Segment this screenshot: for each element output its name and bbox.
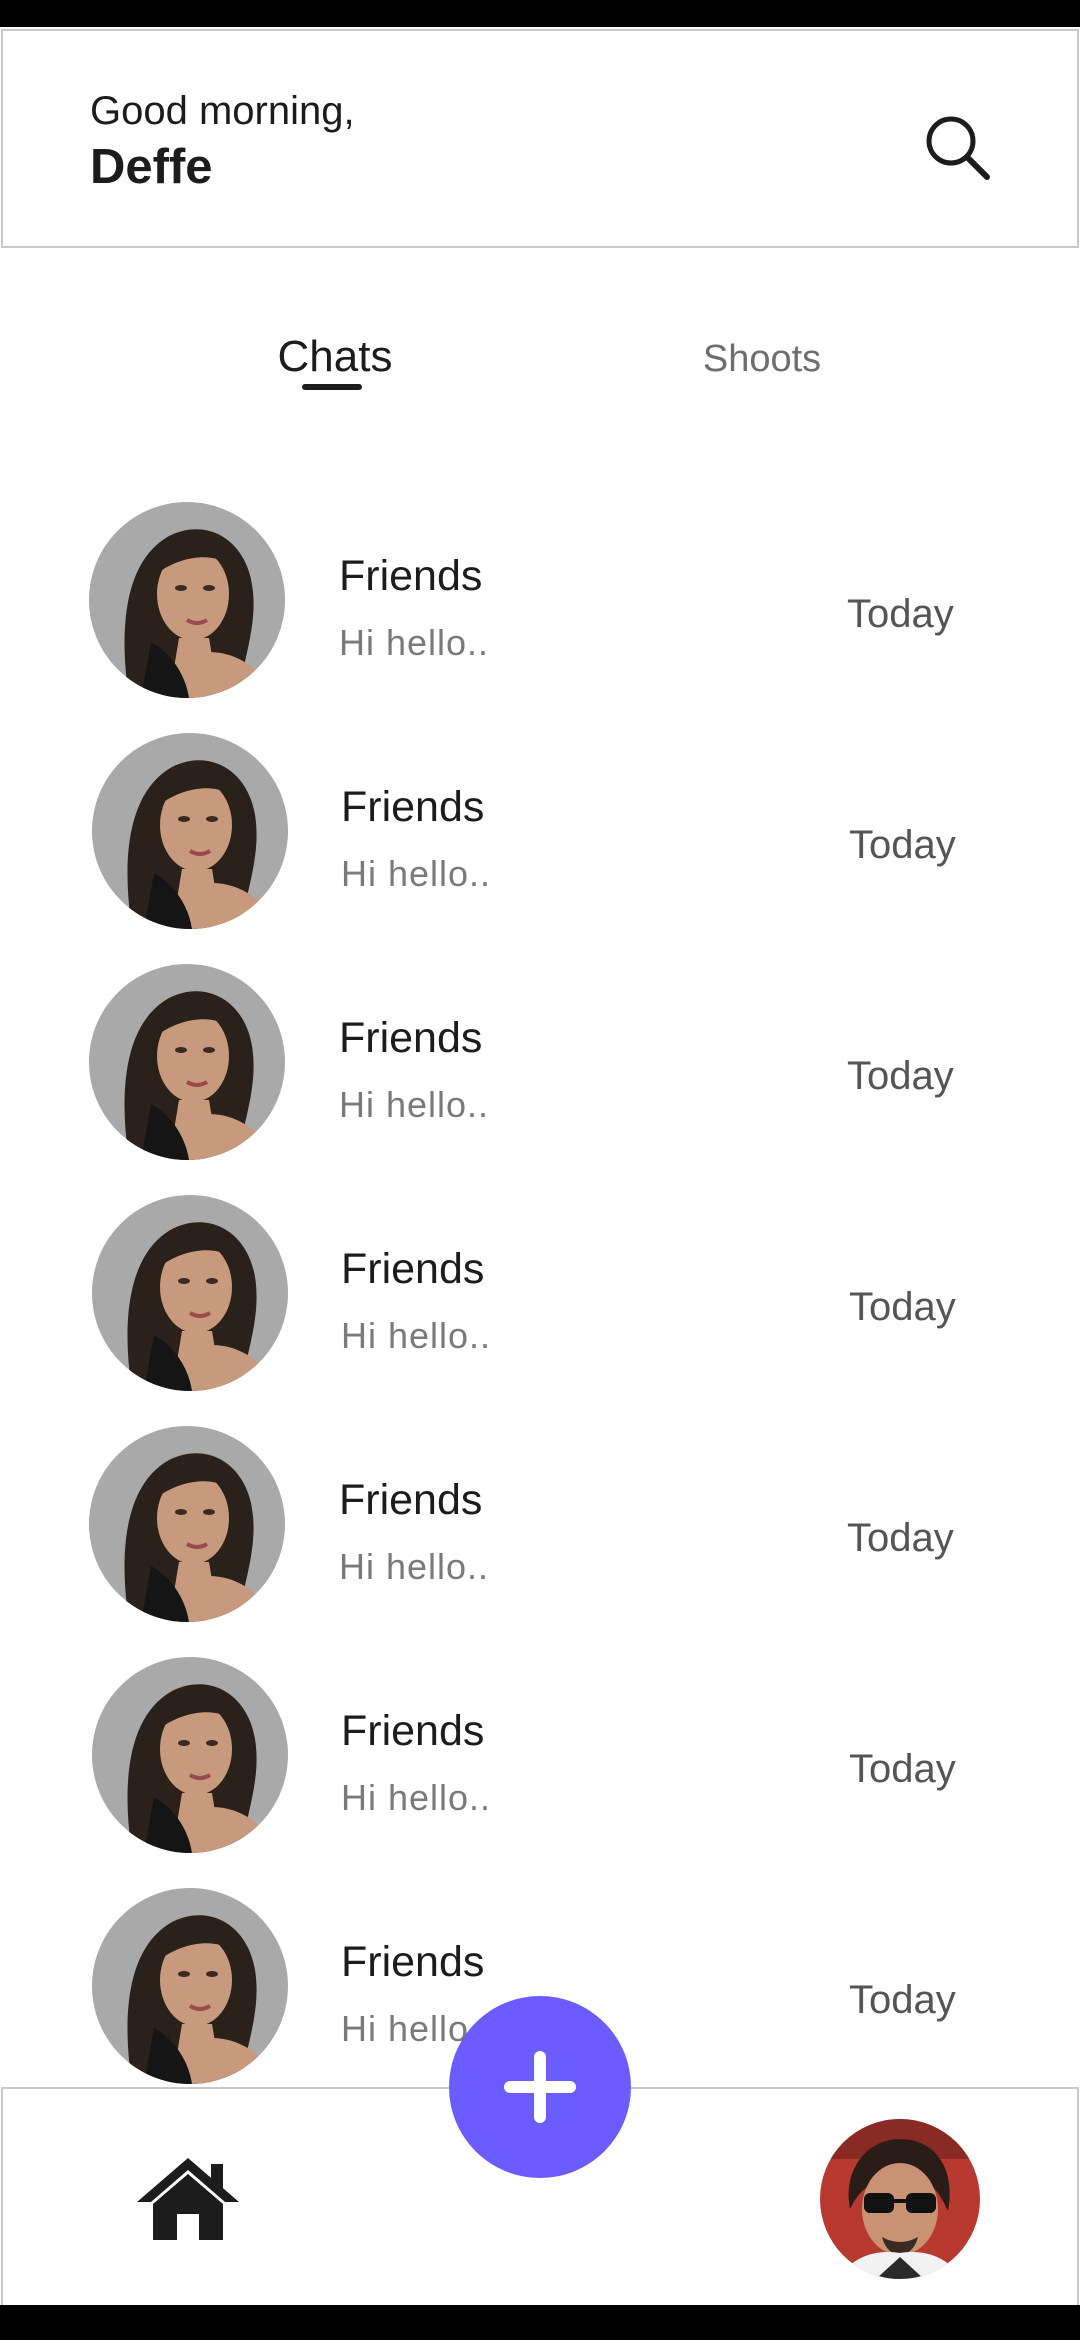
- chat-preview: Hi hello..: [341, 1315, 492, 1356]
- contact-avatar: [92, 1657, 288, 1853]
- chat-list-item[interactable]: Friends Hi hello.. Today: [0, 723, 1080, 953]
- chat-timestamp: Today: [847, 1054, 954, 1098]
- chat-list-item[interactable]: Friends Hi hello.. Today: [0, 1185, 1080, 1415]
- home-icon: [137, 2158, 239, 2240]
- chat-timestamp: Today: [847, 1516, 954, 1560]
- contact-avatar: [92, 733, 288, 929]
- chat-list-item[interactable]: Friends Hi hello.. Today: [0, 954, 1080, 1184]
- status-bar: [0, 0, 1080, 27]
- contact-avatar: [92, 1888, 288, 2084]
- greeting-text: Good morning,: [90, 89, 355, 133]
- contact-avatar: [92, 1195, 288, 1391]
- header: Good morning, Deffe: [1, 29, 1079, 248]
- user-name: Deffe: [90, 140, 213, 194]
- chat-name: Friends: [341, 1707, 485, 1755]
- chat-name: Friends: [339, 552, 483, 600]
- chat-list-item[interactable]: Friends Hi hello.. Today: [0, 1647, 1080, 1877]
- chat-name: Friends: [339, 1476, 483, 1524]
- chat-preview: Hi hello..: [339, 1084, 490, 1125]
- tab-shoots[interactable]: Shoots: [662, 338, 862, 381]
- chat-timestamp: Today: [847, 592, 954, 636]
- tab-bar: Chats Shoots: [0, 302, 1080, 432]
- chat-name: Friends: [341, 1938, 485, 1986]
- tab-chats[interactable]: Chats: [235, 332, 435, 382]
- profile-avatar[interactable]: [820, 2119, 980, 2279]
- chat-name: Friends: [341, 783, 485, 831]
- chat-name: Friends: [339, 1014, 483, 1062]
- profile-avatar-image: [820, 2119, 980, 2279]
- active-tab-indicator: [302, 384, 362, 390]
- contact-avatar: [89, 964, 285, 1160]
- chat-preview: Hi hello..: [341, 853, 492, 894]
- app-screen: Good morning, Deffe Chats Shoots Friends…: [0, 27, 1080, 2305]
- chat-preview: Hi hello..: [339, 1546, 490, 1587]
- chat-list-item[interactable]: Friends Hi hello.. Today: [0, 492, 1080, 722]
- home-button[interactable]: [133, 2154, 243, 2244]
- chat-preview: Hi hello..: [339, 622, 490, 663]
- chat-timestamp: Today: [849, 1747, 956, 1791]
- chat-timestamp: Today: [849, 1285, 956, 1329]
- chat-preview: Hi hello..: [341, 1777, 492, 1818]
- chat-name: Friends: [341, 1245, 485, 1293]
- contact-avatar: [89, 502, 285, 698]
- system-nav-bar: [0, 2305, 1080, 2340]
- search-button[interactable]: [921, 111, 993, 183]
- search-icon: [926, 116, 990, 180]
- chat-timestamp: Today: [849, 823, 956, 867]
- chat-timestamp: Today: [849, 1978, 956, 2022]
- contact-avatar: [89, 1426, 285, 1622]
- plus-icon: [504, 2051, 576, 2123]
- chat-list-item[interactable]: Friends Hi hello.. Today: [0, 1416, 1080, 1646]
- add-chat-button[interactable]: [449, 1996, 631, 2178]
